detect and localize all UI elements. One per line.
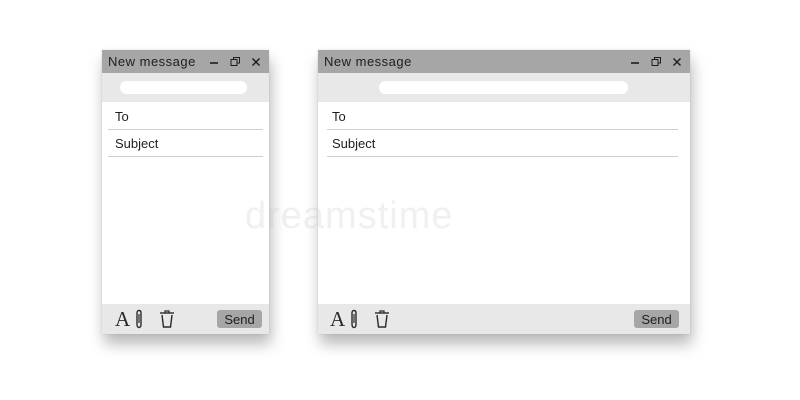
title-bar[interactable]: New message <box>318 50 690 73</box>
title-bar[interactable]: New message <box>102 50 269 73</box>
paperclip-icon[interactable] <box>348 309 360 329</box>
subject-label: Subject <box>332 135 376 151</box>
to-field[interactable]: To <box>108 104 263 130</box>
minimize-icon[interactable] <box>628 55 642 69</box>
font-icon[interactable]: A <box>330 308 345 329</box>
new-message-window-large: New message To Subject A Send <box>318 50 690 334</box>
trash-icon[interactable] <box>373 309 391 329</box>
subject-field[interactable]: Subject <box>108 130 263 157</box>
close-icon[interactable] <box>670 55 684 69</box>
send-button[interactable]: Send <box>217 310 262 328</box>
message-body[interactable] <box>102 158 269 304</box>
restore-icon[interactable] <box>649 55 663 69</box>
close-icon[interactable] <box>249 55 263 69</box>
search-input[interactable] <box>120 81 247 94</box>
search-bar <box>102 73 269 102</box>
font-icon[interactable]: A <box>115 308 130 329</box>
subject-field[interactable]: Subject <box>327 130 678 157</box>
restore-icon[interactable] <box>228 55 242 69</box>
window-title: New message <box>324 54 412 69</box>
to-label: To <box>332 109 346 124</box>
search-input[interactable] <box>379 81 628 94</box>
window-title: New message <box>108 54 196 69</box>
to-field[interactable]: To <box>327 104 678 130</box>
trash-icon[interactable] <box>158 309 176 329</box>
to-label: To <box>115 109 129 124</box>
message-body[interactable] <box>318 158 690 304</box>
message-toolbar: A Send <box>102 304 269 334</box>
search-bar <box>318 73 690 102</box>
new-message-window-small: New message To Subject A Send <box>102 50 269 334</box>
paperclip-icon[interactable] <box>133 309 145 329</box>
subject-label: Subject <box>115 135 159 151</box>
minimize-icon[interactable] <box>207 55 221 69</box>
send-button[interactable]: Send <box>634 310 679 328</box>
message-toolbar: A Send <box>318 304 690 334</box>
